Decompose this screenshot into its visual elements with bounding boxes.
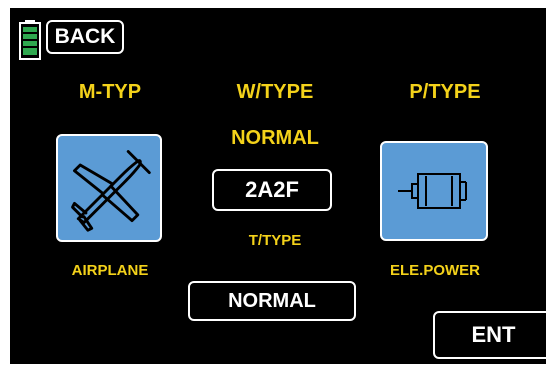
model-type-heading: M-TYP	[78, 81, 142, 103]
tail-type-heading: T/TYPE	[248, 232, 302, 249]
wing-type-value: NORMAL	[231, 127, 319, 149]
back-button[interactable]: BACK	[46, 20, 124, 54]
model-type-tile[interactable]	[56, 134, 162, 242]
power-type-tile[interactable]	[380, 141, 488, 241]
electric-motor-icon	[398, 173, 467, 209]
battery-icon	[19, 20, 41, 60]
power-type-heading: P/TYPE	[409, 81, 481, 103]
wing-type-selector[interactable]: 2A2F	[212, 169, 332, 211]
wing-type-heading: W/TYPE	[236, 81, 314, 103]
model-type-value: AIRPLANE	[71, 262, 149, 279]
enter-button[interactable]: ENT	[433, 311, 546, 359]
airplane-icon	[71, 150, 151, 232]
tail-type-selector[interactable]: NORMAL	[188, 281, 356, 321]
transmitter-screen: BACK M-TYP W/TYPE P/TYPE NORMAL 2A2F T/T…	[10, 8, 546, 364]
power-type-value: ELE.POWER	[389, 262, 480, 279]
